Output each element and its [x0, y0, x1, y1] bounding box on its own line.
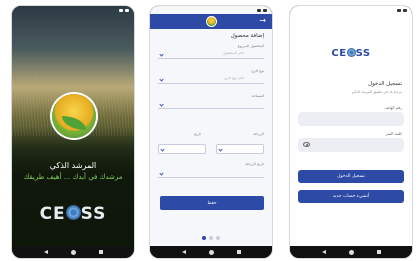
irrigation-select-value: اختر نوع الري	[224, 76, 244, 80]
home-icon[interactable]	[348, 249, 354, 255]
pager-dot[interactable]	[216, 236, 220, 240]
date-input-left[interactable]	[158, 144, 206, 154]
crop-field-label: المحصول المزروع	[237, 44, 264, 48]
phone-login-screen: CE SS تسجيل الدخول مرحبا بك في تطبيق المر…	[290, 6, 412, 258]
ceoss-logo-pre: CE	[39, 204, 66, 224]
area-select[interactable]	[158, 100, 264, 109]
form-title: إضافة محصول	[230, 33, 264, 39]
password-input[interactable]	[298, 138, 404, 152]
back-icon[interactable]	[181, 250, 186, 254]
irrigation-field-label: نوع الري	[251, 69, 264, 73]
globe-icon	[346, 48, 356, 57]
ceoss-logo: CE SS	[12, 204, 134, 224]
phone-number-label: رقم الهاتف	[384, 105, 403, 110]
globe-icon	[65, 205, 81, 220]
status-bar	[290, 6, 412, 14]
chevron-down-icon	[159, 102, 164, 107]
ceoss-logo-post: SS	[80, 204, 107, 224]
pager-dot[interactable]	[209, 236, 213, 240]
planting-date-label: تاريخ الزراعة	[245, 162, 264, 166]
chevron-down-icon	[218, 147, 223, 152]
crop-select[interactable]: اختر المحصول	[158, 50, 264, 59]
phone-number-input[interactable]	[298, 112, 404, 126]
android-nav-bar	[150, 246, 272, 258]
area-field-label: المساحة	[251, 94, 264, 98]
planting-date-select[interactable]	[158, 169, 264, 178]
pager-dots	[150, 236, 272, 240]
irrigation-select[interactable]: اختر نوع الري	[158, 75, 264, 84]
login-subtitle: مرحبا بك في تطبيق المرشد الذكي	[351, 90, 402, 94]
status-bar	[150, 6, 272, 14]
status-icons	[119, 8, 129, 12]
status-bar	[12, 6, 134, 14]
pager-dot[interactable]	[202, 236, 206, 240]
app-tagline: مرشدك في أيدك ... أهيف طريقك	[23, 173, 123, 181]
back-icon[interactable]	[43, 250, 48, 254]
password-label: كلمة السر	[385, 131, 402, 136]
register-button[interactable]: أنشيء حساب جديد	[298, 190, 404, 203]
back-arrow-icon[interactable]: →	[259, 17, 266, 25]
chevron-down-icon	[160, 147, 165, 152]
recent-apps-icon[interactable]	[98, 250, 103, 254]
app-title: المرشد الذكي	[49, 161, 97, 170]
app-header: →	[150, 14, 272, 29]
ceoss-logo: CE SS	[290, 48, 412, 59]
eye-icon[interactable]	[303, 142, 310, 147]
home-icon[interactable]	[208, 249, 214, 255]
back-icon[interactable]	[321, 250, 326, 254]
recent-apps-icon[interactable]	[376, 250, 381, 254]
login-button[interactable]: تسجيل الدخول	[298, 170, 404, 183]
ceoss-logo-pre: CE	[331, 48, 347, 59]
chevron-down-icon	[159, 77, 164, 82]
login-screen: CE SS تسجيل الدخول مرحبا بك في تطبيق المر…	[290, 6, 412, 246]
phone-splash-screen: المرشد الذكي مرشدك في أيدك ... أهيف طريق…	[12, 6, 134, 258]
login-title: تسجيل الدخول	[368, 81, 402, 87]
ceoss-logo-post: SS	[355, 48, 371, 59]
chevron-down-icon	[159, 52, 164, 57]
android-nav-bar	[290, 246, 412, 258]
date-input-right[interactable]	[216, 144, 264, 154]
save-button[interactable]: حفظ	[160, 196, 264, 210]
crop-select-value: اختر المحصول	[223, 51, 244, 55]
splash-background: المرشد الذكي مرشدك في أيدك ... أهيف طريق…	[12, 6, 134, 246]
row-label-left: تاريخ	[194, 132, 201, 136]
recent-apps-icon[interactable]	[236, 250, 241, 254]
app-logo-icon	[52, 94, 96, 138]
app-logo-icon	[205, 16, 217, 27]
android-nav-bar	[12, 246, 134, 258]
dark-overlay	[12, 126, 134, 246]
phone-add-crop-screen: → إضافة محصول المحصول المزروع اختر المحص…	[150, 6, 272, 258]
chevron-down-icon	[159, 171, 164, 176]
home-icon[interactable]	[70, 249, 76, 255]
row-label-right: الزراعة	[253, 132, 264, 136]
form-screen: → إضافة محصول المحصول المزروع اختر المحص…	[150, 6, 272, 246]
leaf-icon	[62, 116, 86, 130]
app-store-screenshots: المرشد الذكي مرشدك في أيدك ... أهيف طريق…	[0, 0, 419, 261]
